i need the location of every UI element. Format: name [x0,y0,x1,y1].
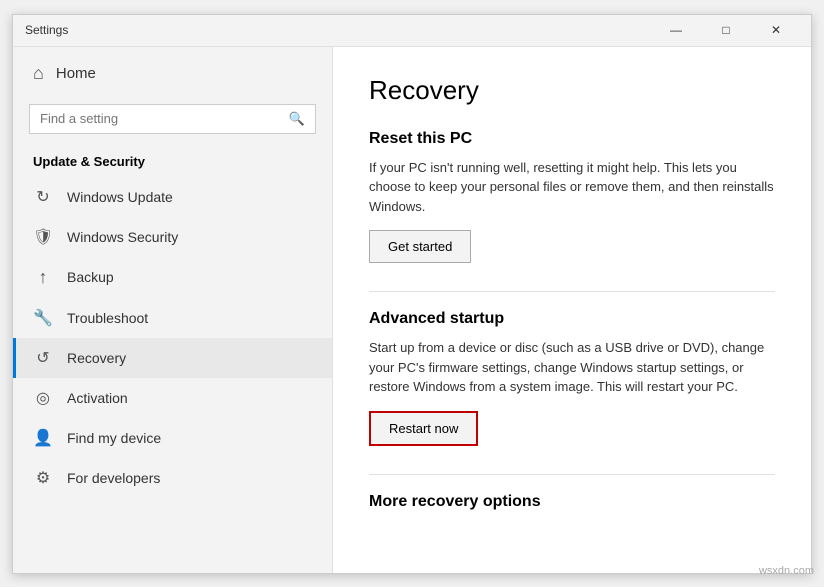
advanced-startup-description: Start up from a device or disc (such as … [369,338,775,397]
sidebar-item-label: Recovery [67,350,126,366]
windows-security-icon: 🛡 [33,227,53,247]
sidebar-item-recovery[interactable]: ↺ Recovery [13,338,332,378]
search-input[interactable] [40,111,281,126]
home-icon: ⌂ [33,63,44,84]
troubleshoot-icon: 🔧 [33,308,53,328]
sidebar-item-windows-security[interactable]: 🛡 Windows Security [13,217,332,257]
find-my-device-icon: 👤 [33,428,53,448]
sidebar-item-troubleshoot[interactable]: 🔧 Troubleshoot [13,298,332,338]
search-icon: 🔍 [289,111,305,127]
sidebar: ⌂ Home 🔍 Update & Security ↻ Windows Upd… [13,47,333,573]
section-divider-2 [369,474,775,475]
restart-now-button[interactable]: Restart now [369,411,478,446]
section-divider [369,291,775,292]
windows-update-icon: ↻ [33,187,53,207]
close-button[interactable]: ✕ [753,14,799,46]
more-recovery-title: More recovery options [369,493,775,511]
backup-icon: ↑ [33,267,53,288]
home-label: Home [56,65,96,82]
window-controls: — □ ✕ [653,14,799,46]
watermark: wsxdn.com [759,565,814,577]
sidebar-item-backup[interactable]: ↑ Backup [13,257,332,298]
maximize-button[interactable]: □ [703,14,749,46]
sidebar-item-windows-update[interactable]: ↻ Windows Update [13,177,332,217]
sidebar-item-label: For developers [67,470,160,486]
sidebar-item-activation[interactable]: ◎ Activation [13,378,332,418]
reset-pc-title: Reset this PC [369,130,775,148]
sidebar-item-label: Windows Update [67,189,173,205]
sidebar-item-label: Troubleshoot [67,310,148,326]
get-started-button[interactable]: Get started [369,230,471,263]
settings-window: Settings — □ ✕ ⌂ Home 🔍 Update & Securit… [12,14,812,574]
for-developers-icon: ⚙ [33,468,53,488]
sidebar-section-title: Update & Security [13,146,332,177]
main-content: Recovery Reset this PC If your PC isn't … [333,47,811,573]
activation-icon: ◎ [33,388,53,408]
sidebar-item-find-my-device[interactable]: 👤 Find my device [13,418,332,458]
search-box: 🔍 [29,104,316,134]
sidebar-item-label: Windows Security [67,229,178,245]
sidebar-item-for-developers[interactable]: ⚙ For developers [13,458,332,498]
advanced-startup-title: Advanced startup [369,310,775,328]
reset-pc-description: If your PC isn't running well, resetting… [369,158,775,217]
window-title: Settings [25,23,68,37]
title-bar: Settings — □ ✕ [13,15,811,47]
sidebar-item-label: Find my device [67,430,161,446]
sidebar-item-home[interactable]: ⌂ Home [13,47,332,100]
minimize-button[interactable]: — [653,14,699,46]
sidebar-item-label: Activation [67,390,128,406]
content-area: ⌂ Home 🔍 Update & Security ↻ Windows Upd… [13,47,811,573]
sidebar-item-label: Backup [67,269,114,285]
page-title: Recovery [369,75,775,106]
recovery-icon: ↺ [33,348,53,368]
